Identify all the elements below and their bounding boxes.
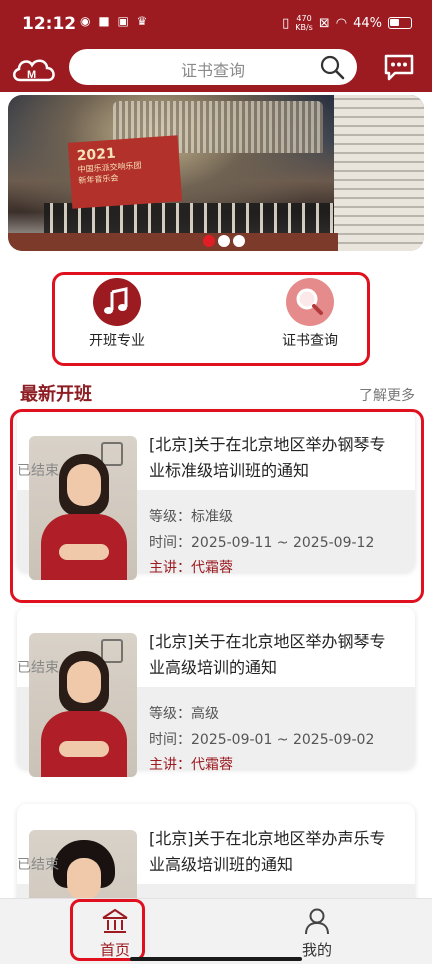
wifi-icon: ◠ [335,15,348,31]
course-status: 已结束 [17,857,59,873]
status-right: ▯ 470 KB/s ⊠ ◠ 44% [282,14,412,32]
sim-icon: ⊠ [318,15,330,31]
course-lecturer: 主讲：代霜蓉 [149,757,233,773]
status-time: 12:12 [22,14,77,34]
search-bar[interactable]: 证书查询 [69,49,357,85]
banner-building [334,95,424,251]
quick-action-certificate[interactable]: 证书查询 [250,275,370,363]
carousel-dot[interactable] [203,235,215,247]
user-icon [305,908,329,935]
course-card[interactable]: [北京]关于在北京地区举办钢琴专业高级培训的通知 已结束 等级：高级 时间：20… [17,607,415,777]
highlight-box [10,409,424,603]
app-notification-icon: ■ [98,14,110,28]
status-bar: 12:12 ◉ ■ ▣ ♛ ▯ 470 KB/s ⊠ ◠ 44% [0,0,432,44]
music-note-icon [93,278,141,326]
course-level: 等级：高级 [149,706,219,722]
quick-action-label: 证书查询 [282,333,338,349]
search-icon [286,278,334,326]
search-placeholder: 证书查询 [180,61,245,80]
crown-icon: ♛ [136,14,148,28]
app-notification-icon: ◉ [80,14,91,28]
nav-tab-profile[interactable]: 我的 [277,903,357,959]
quick-action-courses[interactable]: 开班专业 [57,275,177,363]
network-speed-value: 470 [296,14,312,23]
see-more-link[interactable]: 了解更多 [359,385,415,405]
battery-icon [388,17,412,29]
bottom-nav: 首页 我的 [0,898,432,964]
network-speed-unit: KB/s [295,23,313,32]
quick-action-label: 开班专业 [89,333,145,349]
carousel-dot[interactable] [218,235,230,247]
carousel-indicator [203,235,245,247]
gesture-bar [130,957,302,961]
battery-text: 44% [353,15,382,31]
vibrate-icon: ▯ [282,15,290,31]
section-title: 最新开班 [20,384,92,405]
cloud-logo-icon[interactable]: M [10,54,58,84]
quick-actions: 开班专业 证书查询 [52,272,370,366]
search-icon[interactable] [319,54,345,80]
notification-icons: ◉ ■ ▣ ♛ [80,14,151,28]
course-status: 已结束 [17,660,59,676]
app-header: 12:12 ◉ ■ ▣ ♛ ▯ 470 KB/s ⊠ ◠ 44% M 证书查询 [0,0,432,92]
course-time: 时间：2025-09-01 ~ 2025-09-02 [149,732,375,748]
lecturer-photo [29,633,137,777]
network-speed: 470 KB/s [295,14,313,32]
chat-icon[interactable] [383,53,415,81]
svg-text:M: M [27,69,36,81]
banner-carousel[interactable]: 2021 中国乐派交响乐团 新年音乐会 [8,95,424,251]
banner-stage-floor [8,233,338,251]
carousel-dot[interactable] [233,235,245,247]
app-notification-icon: ▣ [117,14,129,28]
banner-flag: 2021 中国乐派交响乐团 新年音乐会 [67,135,183,209]
highlight-box [70,899,145,961]
